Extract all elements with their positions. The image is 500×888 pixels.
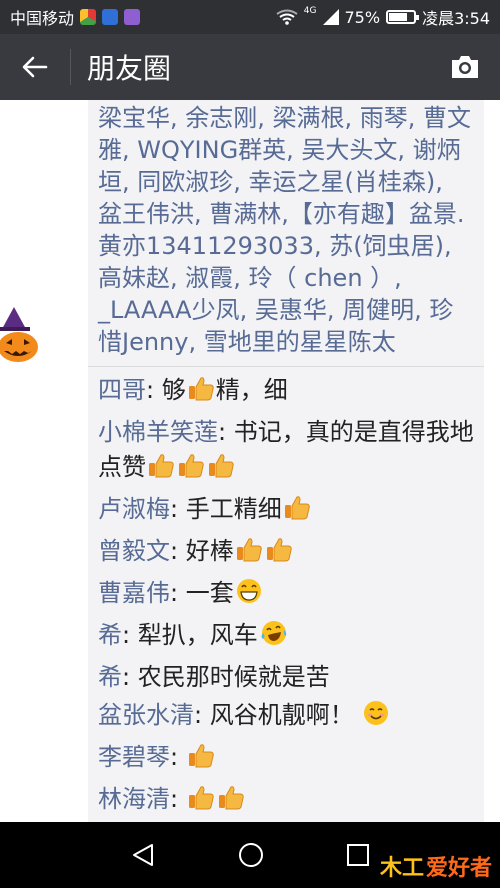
comment-colon: : [170,785,186,813]
comment-author[interactable]: 希 [98,621,122,649]
comment-text: 够 [161,376,186,404]
comment-item[interactable]: 曾毅文: 好棒 [98,534,474,573]
comment-colon: : [146,376,162,404]
comment-colon: : [170,743,186,771]
comment-author[interactable]: 卢淑梅 [98,495,170,523]
comment-author[interactable]: 希 [98,663,122,691]
comment-author[interactable]: 曾毅文 [98,537,170,565]
clock: 凌晨3:54 [422,9,490,28]
comment-item[interactable]: 四哥: 够 精，细 [98,373,474,412]
comment-text: 犁扒，风车 [137,621,258,649]
pumpkin-witch-avatar[interactable] [0,305,40,365]
comment-text: 农民那时候就是苦 [137,663,330,691]
comment-item[interactable]: 盆张水清: 风谷机靓啊！ [98,698,474,737]
network-type: 4G [303,6,317,16]
comment-text: 好棒 [185,537,234,565]
signal-icon [322,9,339,25]
comment-colon: : [170,537,186,565]
thumbs-up-emoji-icon [187,374,215,412]
comment-panel: 梁宝华, 余志刚, 梁满根, 雨琴, 曹文雅, WQYING群英, 吴大头文, … [88,100,484,822]
page-title: 朋友圈 [87,52,172,85]
comment-item[interactable]: 曹嘉伟: 一套 [98,576,474,615]
comment-author[interactable]: 小棉羊笑莲 [98,418,218,446]
thumbs-up-emoji-icon [217,783,245,821]
battery-icon [386,10,420,24]
laugh-cry-emoji-icon [259,619,289,657]
comment-author[interactable]: 四哥 [98,376,146,404]
comment-colon: : [218,418,234,446]
grin-emoji-icon [235,577,263,615]
comment-text: 手工精细 [185,495,282,523]
comment-item[interactable]: 希: 犁扒，风车 [98,618,474,657]
comment-colon: : [122,663,138,691]
comment-colon: : [170,579,186,607]
thumbs-up-emoji-icon [265,535,293,573]
title-divider [70,49,71,85]
wifi-icon [276,9,298,25]
comment-author[interactable]: 林海清 [98,785,170,813]
browser-app-icon [80,9,97,25]
comment-author[interactable]: 曹嘉伟 [98,579,170,607]
comment-author[interactable]: 李碧琴 [98,743,170,771]
battery-level [389,13,408,21]
carrier-name: 中国移动 [10,9,75,28]
battery-percent: 75% [344,7,381,27]
camera-icon [452,56,478,78]
moments-feed[interactable]: 梁宝华, 余志刚, 梁满根, 雨琴, 曹文雅, WQYING群英, 吴大头文, … [0,100,500,822]
likes-list[interactable]: 梁宝华, 余志刚, 梁满根, 雨琴, 曹文雅, WQYING群英, 吴大头文, … [88,100,484,366]
nav-home-icon[interactable] [237,841,265,869]
camera-button[interactable] [430,34,500,100]
comment-item[interactable]: 林海清: [98,782,474,821]
comment-item[interactable]: 小棉羊笑莲: 书记，真的是直得我地点赞 [98,415,474,489]
comment-text: 一套 [185,579,234,607]
watermark-logo: 木工 [379,856,424,881]
comment-colon: : [194,701,210,729]
thumbs-up-emoji-icon [187,741,215,779]
thumbs-up-emoji-icon [207,451,235,489]
status-right: 4G 75% 凌晨3:54 [276,5,490,29]
thumbs-up-emoji-icon [187,783,215,821]
comment-list: 四哥: 够精，细 小棉羊笑莲: 书记，真的是直得我地点赞 卢淑梅: 手工精细 曾毅文:… [88,367,484,822]
gallery-app-icon [124,9,141,25]
comment-item[interactable]: 卢淑梅: 手工精细 [98,492,474,531]
comment-text: 精，细 [215,376,288,404]
back-arrow-icon [22,56,48,78]
system-nav-bar: 木工 爱好者 [0,822,500,888]
thumbs-up-emoji-icon [235,535,263,573]
thumbs-up-emoji-icon [283,493,311,531]
comment-colon: : [122,621,138,649]
comment-text: 风谷机靓啊！ [209,701,362,729]
title-bar: 朋友圈 [0,34,500,100]
comment-item[interactable]: 李碧琴: [98,740,474,779]
comment-item[interactable]: 希: 农民那时候就是苦 [98,660,474,695]
comment-colon: : [170,495,186,523]
smile-emoji-icon [362,699,390,737]
status-bar: 中国移动 4G 75% 凌晨3:54 [0,0,500,34]
nav-recents-icon[interactable] [346,843,370,867]
back-button[interactable] [0,34,70,100]
carrier-group: 中国移动 [10,5,141,29]
thumbs-up-emoji-icon [147,451,175,489]
watermark-text: 爱好者 [425,856,492,881]
watermark: 木工 爱好者 [380,850,492,882]
shield-app-icon [102,9,119,25]
comment-author[interactable]: 盆张水清 [98,701,194,729]
thumbs-up-emoji-icon [177,451,205,489]
nav-back-icon[interactable] [130,842,156,868]
